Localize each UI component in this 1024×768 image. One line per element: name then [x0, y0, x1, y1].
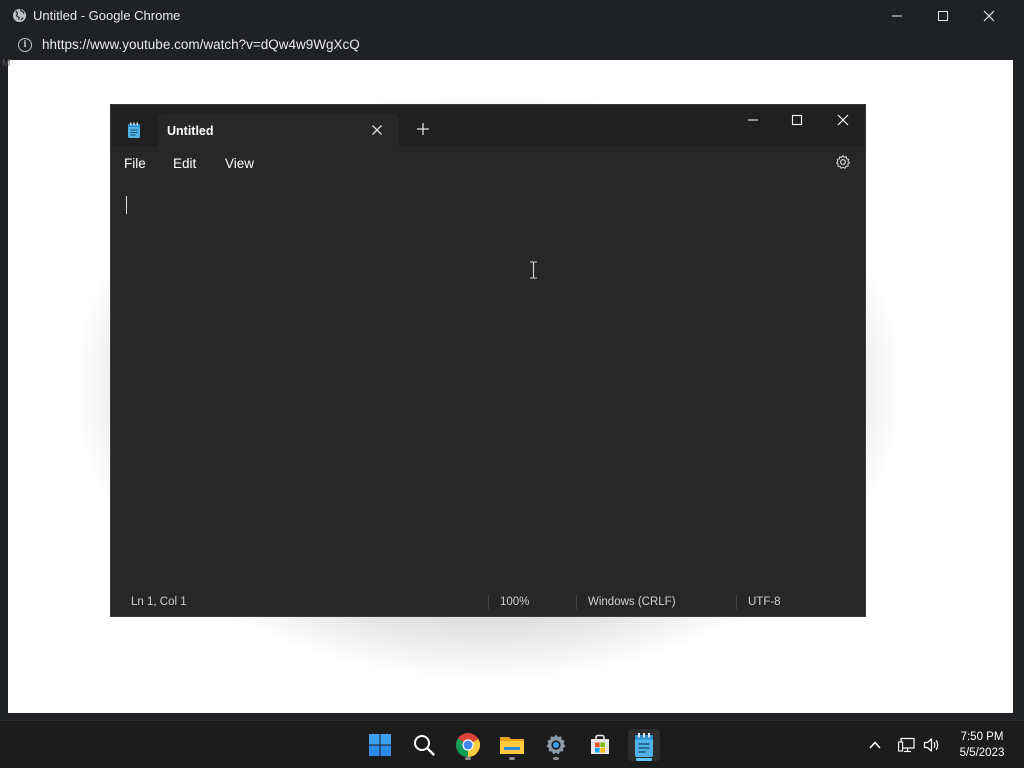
- close-icon: [837, 114, 849, 126]
- chrome-maximize-button[interactable]: [920, 0, 966, 31]
- chrome-address-bar[interactable]: i hhttps://www.youtube.com/watch?v=dQw4w…: [0, 31, 1024, 59]
- notepad-status-bar: Ln 1, Col 1 100% Windows (CRLF) UTF-8: [111, 586, 865, 616]
- volume-button[interactable]: [923, 736, 941, 754]
- url-text[interactable]: hhttps://www.youtube.com/watch?v=dQw4w9W…: [42, 37, 360, 52]
- settings-icon: [546, 734, 566, 755]
- status-divider: [576, 595, 577, 609]
- notepad-minimize-button[interactable]: [733, 109, 773, 131]
- globe-icon: [12, 8, 27, 23]
- notepad-text-editor[interactable]: [111, 181, 865, 586]
- minimize-icon: [748, 119, 758, 121]
- microsoft-store-icon: [591, 734, 609, 754]
- chrome-window-title: Untitled - Google Chrome: [33, 8, 181, 23]
- taskbar: 7:50 PM 5/5/2023: [0, 720, 1024, 768]
- chrome-close-button[interactable]: [966, 0, 1012, 31]
- notepad-maximize-button[interactable]: [777, 109, 817, 131]
- maximize-icon: [938, 10, 948, 21]
- status-divider: [736, 595, 737, 609]
- show-hidden-icons-button[interactable]: [866, 736, 884, 754]
- close-tab-icon[interactable]: [369, 122, 385, 138]
- status-zoom[interactable]: 100%: [500, 596, 529, 608]
- taskbar-settings[interactable]: [540, 729, 572, 761]
- notepad-close-button[interactable]: [823, 109, 863, 131]
- volume-icon: [923, 738, 939, 752]
- status-line-ending[interactable]: Windows (CRLF): [588, 596, 676, 608]
- taskbar-chrome[interactable]: [452, 729, 484, 761]
- start-icon: [369, 734, 391, 756]
- taskbar-microsoft-store[interactable]: [584, 729, 616, 761]
- notepad-icon: [635, 733, 653, 757]
- chrome-titlebar[interactable]: Untitled - Google Chrome: [0, 0, 1024, 31]
- network-button[interactable]: [898, 736, 916, 754]
- text-caret: [126, 196, 127, 214]
- start-button[interactable]: [364, 729, 396, 761]
- running-indicator: [509, 757, 515, 760]
- active-app-indicator: [636, 758, 652, 761]
- menu-file[interactable]: File: [124, 156, 146, 171]
- taskbar-file-explorer[interactable]: [496, 729, 528, 761]
- chevron-up-icon: [869, 741, 881, 749]
- info-icon[interactable]: i: [18, 38, 32, 52]
- running-indicator: [553, 757, 559, 760]
- running-indicator: [465, 757, 471, 760]
- status-divider: [488, 595, 489, 609]
- notepad-menu-bar: File Edit View: [111, 147, 865, 181]
- chrome-minimize-button[interactable]: [874, 0, 920, 31]
- search-icon: [414, 735, 435, 756]
- desktop: Untitled - Google Chrome i hhttps://www.…: [0, 0, 1024, 768]
- status-encoding[interactable]: UTF-8: [748, 596, 781, 608]
- notepad-app-icon: [128, 122, 140, 138]
- new-tab-icon[interactable]: [416, 122, 430, 136]
- notepad-window: Untitled File Edit View Ln 1, Col 1 100%…: [110, 104, 866, 617]
- status-cursor-position: Ln 1, Col 1: [131, 596, 187, 608]
- page-edge-text: M: [2, 58, 11, 69]
- taskbar-notepad[interactable]: [628, 729, 660, 761]
- notepad-tab-title: Untitled: [167, 124, 214, 138]
- clock-date: 5/5/2023: [959, 747, 1005, 759]
- menu-view[interactable]: View: [225, 156, 254, 171]
- notepad-tab-untitled[interactable]: Untitled: [158, 114, 399, 147]
- clock-time: 7:50 PM: [960, 731, 1004, 743]
- notepad-tab-strip[interactable]: Untitled: [111, 105, 865, 147]
- chrome-icon: [456, 733, 481, 757]
- taskbar-clock[interactable]: 7:50 PM 5/5/2023: [950, 729, 1014, 761]
- menu-edit[interactable]: Edit: [173, 156, 196, 171]
- maximize-icon: [791, 114, 803, 126]
- minimize-icon: [892, 15, 902, 16]
- ibeam-cursor-icon: [530, 261, 537, 279]
- network-icon: [898, 737, 915, 753]
- taskbar-search-button[interactable]: [408, 729, 440, 761]
- settings-gear-icon[interactable]: [835, 154, 851, 170]
- file-explorer-icon: [500, 737, 524, 754]
- close-icon: [983, 10, 995, 21]
